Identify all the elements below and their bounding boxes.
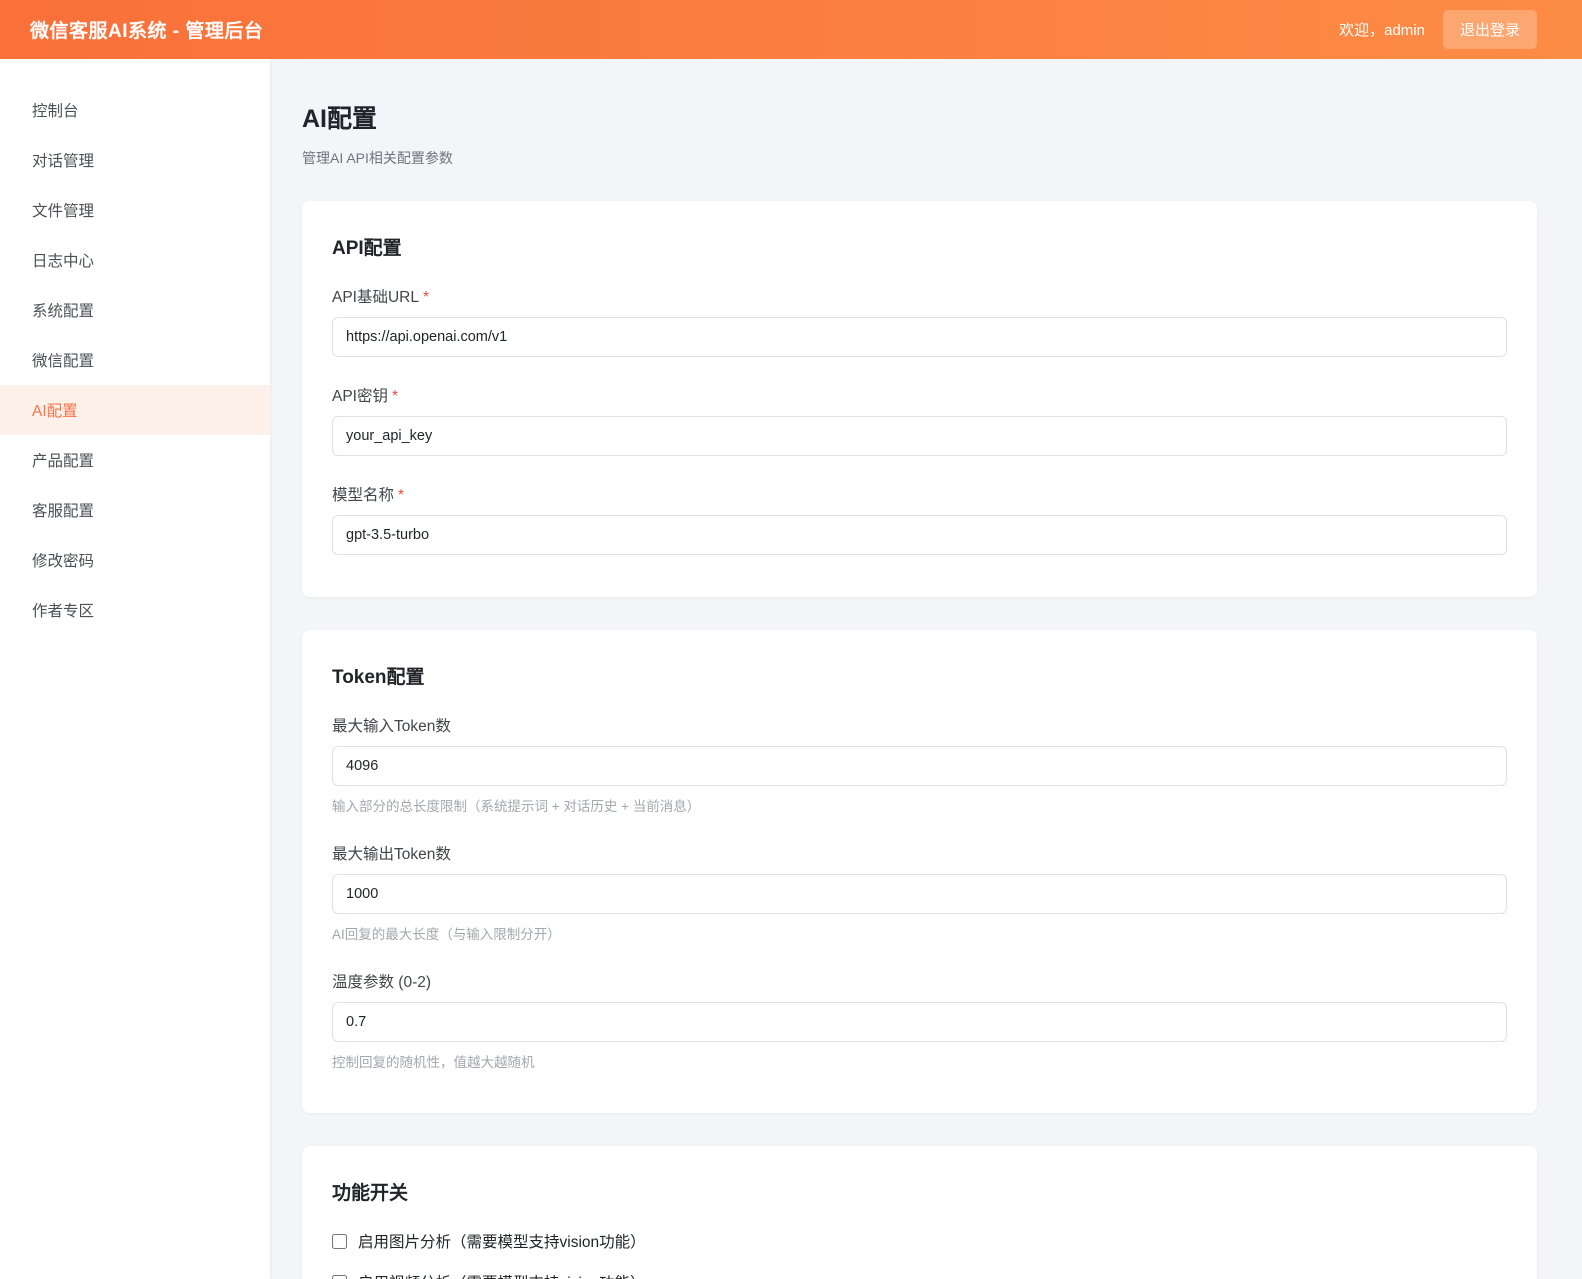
- max-output-tokens-group: 最大输出Token数 AI回复的最大长度（与输入限制分开）: [332, 842, 1507, 943]
- temperature-label: 温度参数 (0-2): [332, 970, 1507, 992]
- max-input-tokens-helper: 输入部分的总长度限制（系统提示词 + 对话历史 + 当前消息）: [332, 795, 1507, 815]
- token-config-card: Token配置 最大输入Token数 输入部分的总长度限制（系统提示词 + 对话…: [302, 630, 1537, 1113]
- api-key-label-text: API密钥: [332, 388, 388, 405]
- temperature-input[interactable]: [332, 1002, 1507, 1042]
- logout-button[interactable]: 退出登录: [1443, 10, 1537, 49]
- required-asterisk: *: [398, 487, 404, 504]
- page-subtitle: 管理AI API相关配置参数: [302, 148, 1537, 168]
- api-key-input[interactable]: [332, 416, 1507, 456]
- enable-image-analysis-label[interactable]: 启用图片分析（需要模型支持vision功能）: [358, 1230, 646, 1252]
- app-header: 微信客服AI系统 - 管理后台 欢迎，admin 退出登录: [0, 0, 1582, 59]
- sidebar-nav: 控制台 对话管理 文件管理 日志中心 系统配置 微信配置 AI配置 产品配置 客…: [0, 59, 270, 1279]
- sidebar-item-ai-config[interactable]: AI配置: [0, 385, 270, 435]
- sidebar-item-product-config[interactable]: 产品配置: [0, 435, 270, 485]
- enable-video-analysis-checkbox[interactable]: [332, 1275, 347, 1279]
- main-content: AI配置 管理AI API相关配置参数 API配置 API基础URL* API密…: [270, 59, 1582, 1279]
- sidebar-item-files[interactable]: 文件管理: [0, 185, 270, 235]
- feature-switches-heading: 功能开关: [332, 1178, 1507, 1205]
- page-title: AI配置: [302, 99, 1537, 135]
- enable-image-analysis-checkbox[interactable]: [332, 1234, 347, 1249]
- sidebar-item-system-config[interactable]: 系统配置: [0, 285, 270, 335]
- sidebar-item-conversations[interactable]: 对话管理: [0, 135, 270, 185]
- temperature-helper: 控制回复的随机性，值越大越随机: [332, 1051, 1507, 1071]
- token-config-heading: Token配置: [332, 662, 1507, 689]
- enable-video-analysis-label[interactable]: 启用视频分析（需要模型支持vision功能）: [358, 1271, 646, 1279]
- max-output-tokens-input[interactable]: [332, 874, 1507, 914]
- sidebar-item-author-zone[interactable]: 作者专区: [0, 585, 270, 635]
- sidebar-item-service-config[interactable]: 客服配置: [0, 485, 270, 535]
- feature-switches-card: 功能开关 启用图片分析（需要模型支持vision功能） 启用视频分析（需要模型支…: [302, 1146, 1537, 1279]
- sidebar-item-console[interactable]: 控制台: [0, 85, 270, 135]
- max-output-tokens-helper: AI回复的最大长度（与输入限制分开）: [332, 923, 1507, 943]
- api-base-url-label-text: API基础URL: [332, 289, 419, 306]
- max-input-tokens-group: 最大输入Token数 输入部分的总长度限制（系统提示词 + 对话历史 + 当前消…: [332, 714, 1507, 815]
- model-name-label-text: 模型名称: [332, 487, 394, 504]
- api-base-url-label: API基础URL*: [332, 285, 1507, 307]
- welcome-text: 欢迎，admin: [1339, 19, 1425, 40]
- max-input-tokens-label: 最大输入Token数: [332, 714, 1507, 736]
- app-title: 微信客服AI系统 - 管理后台: [30, 16, 263, 43]
- required-asterisk: *: [392, 388, 398, 405]
- api-config-card: API配置 API基础URL* API密钥* 模型名称*: [302, 201, 1537, 597]
- enable-image-analysis-row: 启用图片分析（需要模型支持vision功能）: [332, 1230, 1507, 1252]
- api-config-heading: API配置: [332, 233, 1507, 260]
- enable-video-analysis-row: 启用视频分析（需要模型支持vision功能）: [332, 1271, 1507, 1279]
- model-name-input[interactable]: [332, 515, 1507, 555]
- sidebar-item-change-password[interactable]: 修改密码: [0, 535, 270, 585]
- api-base-url-input[interactable]: [332, 317, 1507, 357]
- max-output-tokens-label: 最大输出Token数: [332, 842, 1507, 864]
- sidebar-item-logs[interactable]: 日志中心: [0, 235, 270, 285]
- temperature-group: 温度参数 (0-2) 控制回复的随机性，值越大越随机: [332, 970, 1507, 1071]
- sidebar-item-wechat-config[interactable]: 微信配置: [0, 335, 270, 385]
- max-input-tokens-input[interactable]: [332, 746, 1507, 786]
- header-user-area: 欢迎，admin 退出登录: [1339, 10, 1552, 49]
- api-base-url-group: API基础URL*: [332, 285, 1507, 357]
- model-name-label: 模型名称*: [332, 483, 1507, 505]
- model-name-group: 模型名称*: [332, 483, 1507, 555]
- required-asterisk: *: [423, 289, 429, 306]
- api-key-group: API密钥*: [332, 384, 1507, 456]
- api-key-label: API密钥*: [332, 384, 1507, 406]
